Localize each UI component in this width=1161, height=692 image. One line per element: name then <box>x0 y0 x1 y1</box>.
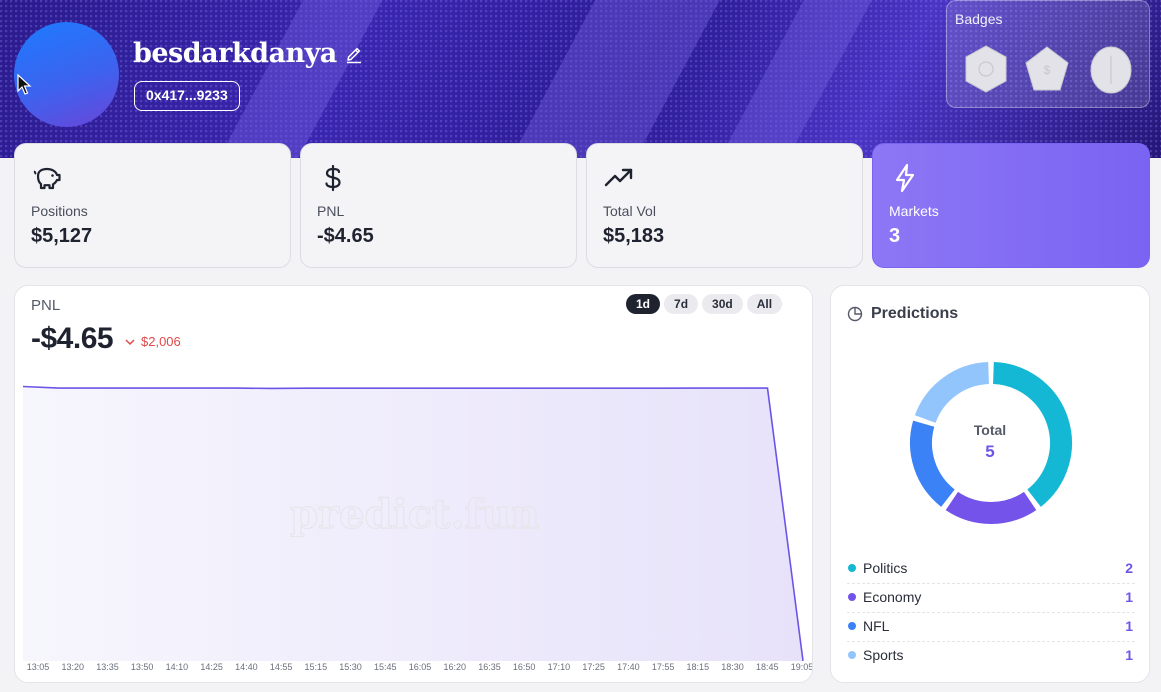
range-tab-30d[interactable]: 30d <box>702 294 743 314</box>
range-tab-all[interactable]: All <box>746 294 783 314</box>
legend-count: 1 <box>1125 589 1133 605</box>
x-axis-tick-label: 14:55 <box>269 662 293 672</box>
legend-name: Politics <box>863 560 908 576</box>
predictions-card: Predictions Total 5 Politics 2 Economy 1… <box>830 285 1150 683</box>
x-axis-labels: 13:05 13:20 13:35 13:50 14:10 14:25 14:40 14:55… <box>15 662 813 674</box>
banner-decoration <box>491 0 739 158</box>
stat-label: PNL <box>317 203 345 219</box>
egg-badge[interactable] <box>1088 44 1134 94</box>
svg-text:$: $ <box>1044 63 1051 77</box>
x-axis-tick-label: 18:30 <box>721 662 744 672</box>
banner-decoration <box>193 0 397 158</box>
dollar-icon <box>325 164 341 192</box>
wallet-address[interactable]: 0x417...9233 <box>134 81 240 111</box>
stat-card-pnl[interactable]: PNL -$4.65 <box>300 143 577 268</box>
x-axis-tick-label: 16:50 <box>512 662 536 672</box>
piggy-bank-icon <box>33 167 61 190</box>
range-tabs: 1d 7d 30d All <box>626 294 783 314</box>
edit-icon[interactable] <box>344 45 364 65</box>
pnl-change: $2,006 <box>125 334 181 349</box>
mouse-cursor-icon <box>17 74 32 95</box>
pnl-title: PNL <box>31 297 61 314</box>
x-axis-tick-label: 14:25 <box>200 662 223 672</box>
stat-value: 3 <box>889 225 901 247</box>
legend-count: 2 <box>1125 560 1133 576</box>
predictions-legend: Politics 2 Economy 1 NFL 1 Sports 1 <box>847 555 1135 671</box>
legend-dot <box>848 651 856 659</box>
legend-item-sports[interactable]: Sports 1 <box>847 642 1135 671</box>
range-tab-1d[interactable]: 1d <box>626 294 661 314</box>
stat-value: $5,183 <box>603 225 665 247</box>
legend-name: Sports <box>863 647 904 663</box>
x-axis-tick-label: 16:05 <box>408 662 432 672</box>
stat-card-markets[interactable]: Markets 3 <box>872 143 1150 268</box>
watermark: predict.fun <box>290 491 540 538</box>
x-axis-tick-label: 13:20 <box>61 662 84 672</box>
legend-dot <box>848 593 856 601</box>
badges-panel: Badges $ <box>946 0 1150 108</box>
legend-item-economy[interactable]: Economy 1 <box>847 584 1135 613</box>
x-axis-tick-label: 15:15 <box>304 662 328 672</box>
x-axis-tick-label: 17:25 <box>582 662 605 672</box>
x-axis-tick-label: 13:35 <box>96 662 119 672</box>
stat-label: Total Vol <box>603 203 656 219</box>
profile-banner: besdarkdanya 0x417...9233 Badges $ <box>0 0 1161 158</box>
x-axis-tick-label: 13:05 <box>26 662 50 672</box>
x-axis-tick-label: 17:55 <box>651 662 675 672</box>
pie-chart-icon <box>847 306 863 322</box>
hexagon-badge[interactable] <box>963 44 1009 94</box>
legend-dot <box>848 564 856 572</box>
legend-name: NFL <box>863 618 890 634</box>
stat-card-positions[interactable]: Positions $5,127 <box>14 143 291 268</box>
pnl-value: -$4.65 <box>31 322 114 355</box>
legend-count: 1 <box>1125 618 1133 634</box>
donut-slice-sports[interactable] <box>914 362 990 424</box>
x-axis-tick-label: 15:30 <box>339 662 362 672</box>
pnl-chart[interactable]: predict.fun <box>15 371 813 661</box>
x-axis-tick-label: 14:10 <box>165 662 189 672</box>
donut-slice-economy[interactable] <box>945 491 1037 524</box>
donut-total-label: Total <box>973 422 1007 438</box>
lightning-icon <box>895 163 915 193</box>
x-axis-tick-label: 17:10 <box>547 662 571 672</box>
x-axis-tick-label: 18:15 <box>686 662 710 672</box>
banner-decoration <box>702 0 878 158</box>
stat-label: Markets <box>889 203 939 219</box>
x-axis-tick-label: 17:40 <box>617 662 640 672</box>
x-axis-tick-label: 19:05 <box>790 662 813 672</box>
predictions-title: Predictions <box>871 305 959 322</box>
legend-name: Economy <box>863 589 922 605</box>
stat-value: $5,127 <box>31 225 93 247</box>
username: besdarkdanya <box>133 38 337 69</box>
x-axis-tick-label: 15:45 <box>374 662 397 672</box>
stat-value: -$4.65 <box>317 225 374 247</box>
pnl-change-value: $2,006 <box>141 334 181 349</box>
x-axis-tick-label: 14:40 <box>235 662 258 672</box>
legend-item-nfl[interactable]: NFL 1 <box>847 613 1135 642</box>
pentagon-badge[interactable]: $ <box>1024 44 1070 94</box>
chevron-down-icon <box>125 338 135 345</box>
x-axis-tick-label: 18:45 <box>756 662 779 672</box>
x-axis-tick-label: 16:20 <box>443 662 466 672</box>
range-tab-7d[interactable]: 7d <box>664 294 699 314</box>
pnl-chart-card: PNL -$4.65 $2,006 1d 7d 30d All predict.… <box>14 285 813 683</box>
legend-count: 1 <box>1125 647 1133 663</box>
stat-label: Positions <box>31 203 88 219</box>
stat-card-total-vol[interactable]: Total Vol $5,183 <box>586 143 863 268</box>
x-axis-tick-label: 13:50 <box>130 662 154 672</box>
badges-title: Badges <box>955 11 1003 27</box>
trending-up-icon <box>604 168 633 187</box>
predictions-header: Predictions <box>847 305 958 323</box>
legend-item-politics[interactable]: Politics 2 <box>847 555 1135 584</box>
x-axis-tick-label: 16:35 <box>478 662 501 672</box>
donut-total-value: 5 <box>985 442 995 461</box>
legend-dot <box>848 622 856 630</box>
